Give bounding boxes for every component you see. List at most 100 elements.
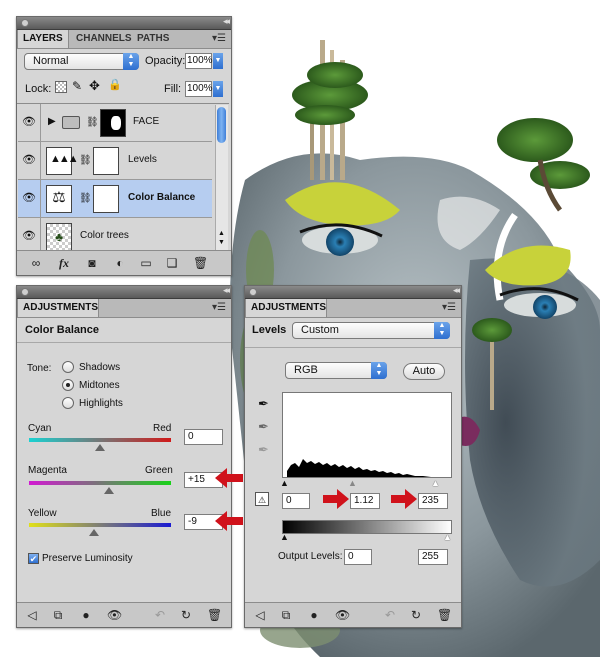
preserve-luminosity-checkbox[interactable]: ✔ bbox=[28, 553, 39, 564]
magenta-green-track[interactable] bbox=[29, 481, 171, 485]
histogram bbox=[282, 392, 452, 478]
radio-highlights[interactable] bbox=[62, 397, 74, 409]
lock-move-icon[interactable]: ✥ bbox=[89, 78, 100, 94]
layer-scrollbar[interactable]: ▲ ▼ bbox=[215, 105, 228, 253]
visibility-eye-icon[interactable]: 👁 bbox=[18, 180, 41, 217]
blend-mode-select[interactable]: Normal ▲ ▼ bbox=[24, 53, 139, 70]
output-white-field[interactable]: 255 bbox=[418, 549, 448, 565]
back-arrow-icon[interactable]: ◁ bbox=[253, 608, 267, 622]
clip-to-layer-icon[interactable]: ● bbox=[79, 608, 93, 622]
fill-dropdown-icon[interactable]: ▼ bbox=[213, 81, 223, 97]
output-black-field[interactable]: 0 bbox=[344, 549, 372, 565]
close-icon[interactable] bbox=[21, 19, 29, 27]
clipping-warning-icon[interactable]: ⚠ bbox=[255, 492, 269, 506]
output-levels-label: Output Levels: bbox=[278, 551, 343, 562]
cyan-red-field[interactable]: 0 bbox=[184, 429, 223, 445]
cyan-label: Cyan bbox=[28, 423, 52, 434]
opacity-field[interactable]: 100% bbox=[185, 53, 213, 69]
adjustment-icon[interactable]: ◐ bbox=[113, 256, 127, 270]
new-layer-icon[interactable]: ❑ bbox=[165, 256, 179, 270]
input-gamma-field[interactable]: 1.12 bbox=[350, 493, 380, 509]
color-balance-panel: ◂◂ ADJUSTMENTS ▾☰ Color Balance Tone: Sh… bbox=[16, 285, 243, 628]
trash-icon[interactable]: 🗑 bbox=[193, 256, 208, 270]
radio-shadows[interactable] bbox=[62, 361, 74, 373]
adjustments-bottom-bar: ◁ ⧉ ● 👁 ↶ ↻ 🗑 bbox=[245, 602, 461, 627]
layer-row-levels[interactable]: 👁 ▲▲▲ ⛓ Levels bbox=[18, 142, 212, 180]
reset-icon[interactable]: ↻ bbox=[409, 608, 423, 622]
close-icon[interactable] bbox=[21, 288, 29, 296]
scrollbar-thumb[interactable] bbox=[217, 107, 226, 143]
folder-icon[interactable]: ▭ bbox=[139, 256, 153, 270]
panel-heading: Levels bbox=[252, 324, 287, 336]
link-chain-icon: ⛓ bbox=[86, 117, 99, 128]
tab-paths[interactable]: PATHS bbox=[132, 30, 174, 48]
layers-tabrow: LAYERS CHANNELS PATHS ▾☰ bbox=[17, 30, 231, 49]
cyan-red-track[interactable] bbox=[29, 438, 171, 442]
tab-layers[interactable]: LAYERS bbox=[17, 30, 69, 48]
trash-icon[interactable]: 🗑 bbox=[437, 608, 452, 622]
collapse-icon[interactable]: ◂◂ bbox=[223, 16, 230, 27]
layer-row-face[interactable]: 👁 ▶ ⛓ FACE bbox=[18, 104, 212, 142]
lock-transparency-icon[interactable] bbox=[55, 81, 67, 93]
black-point-slider-icon[interactable]: ▲ bbox=[280, 478, 289, 488]
yellow-blue-track[interactable] bbox=[29, 523, 171, 527]
panel-menu-icon[interactable]: ▾☰ bbox=[212, 302, 226, 313]
green-label: Green bbox=[145, 465, 173, 476]
color-balance-adjustment-icon: ⚖ bbox=[46, 185, 72, 213]
view-previous-icon[interactable]: ↶ bbox=[383, 608, 397, 622]
gamma-slider-icon[interactable]: ▲ bbox=[348, 478, 357, 488]
panel-menu-icon[interactable]: ▾☰ bbox=[442, 302, 456, 313]
channel-select[interactable]: RGB ▲ ▼ bbox=[285, 362, 387, 379]
fill-field[interactable]: 100% bbox=[185, 81, 213, 97]
trash-icon[interactable]: 🗑 bbox=[207, 608, 222, 622]
yellow-blue-slider-knob[interactable] bbox=[89, 529, 99, 536]
white-eyedropper-icon[interactable]: ✒ bbox=[258, 442, 269, 458]
close-icon[interactable] bbox=[249, 288, 257, 296]
adjustments-titlebar[interactable]: ◂◂ bbox=[17, 285, 231, 299]
visibility-eye-icon[interactable]: 👁 bbox=[335, 608, 350, 622]
opacity-dropdown-icon[interactable]: ▼ bbox=[213, 53, 223, 69]
magenta-green-slider-knob[interactable] bbox=[104, 487, 114, 494]
link-icon[interactable]: ∞ bbox=[29, 256, 43, 270]
lock-all-icon[interactable]: 🔒 bbox=[108, 78, 122, 91]
yellow-label: Yellow bbox=[28, 508, 57, 519]
tab-adjustments[interactable]: ADJUSTMENTS bbox=[245, 299, 327, 317]
radio-midtones[interactable] bbox=[62, 379, 74, 391]
clip-to-layer-icon[interactable]: ● bbox=[307, 608, 321, 622]
expand-triangle-icon[interactable]: ▶ bbox=[48, 116, 56, 127]
panel-menu-icon[interactable]: ▾☰ bbox=[212, 33, 226, 44]
visibility-eye-icon[interactable]: 👁 bbox=[107, 608, 122, 622]
preset-select[interactable]: Custom ▲ ▼ bbox=[292, 322, 450, 339]
levels-panel: ◂◂ ADJUSTMENTS ▾☰ Levels Custom ▲ ▼ RGB ▲… bbox=[244, 285, 462, 628]
reset-icon[interactable]: ↻ bbox=[179, 608, 193, 622]
collapse-icon[interactable]: ◂◂ bbox=[453, 285, 460, 296]
visibility-eye-icon[interactable]: 👁 bbox=[18, 104, 41, 141]
fx-icon[interactable]: fx bbox=[57, 256, 71, 270]
auto-button[interactable]: Auto bbox=[403, 363, 445, 380]
layer-row-color-balance[interactable]: 👁 ⚖ ⛓ Color Balance bbox=[18, 180, 212, 218]
mask-icon[interactable]: ◙ bbox=[85, 256, 99, 270]
collapse-icon[interactable]: ◂◂ bbox=[223, 285, 230, 296]
view-previous-icon[interactable]: ↶ bbox=[153, 608, 167, 622]
layers-titlebar[interactable]: ◂◂ bbox=[17, 16, 231, 30]
channel-value: RGB bbox=[294, 364, 318, 376]
expand-view-icon[interactable]: ⧉ bbox=[279, 608, 293, 622]
gray-eyedropper-icon[interactable]: ✒ bbox=[258, 419, 269, 435]
output-white-slider-icon[interactable]: ▲ bbox=[443, 532, 452, 542]
lock-brush-icon[interactable]: ✎ bbox=[72, 79, 82, 93]
white-point-slider-icon[interactable]: ▲ bbox=[431, 478, 440, 488]
expand-view-icon[interactable]: ⧉ bbox=[51, 608, 65, 622]
blend-mode-value: Normal bbox=[33, 55, 69, 67]
cyan-red-slider-knob[interactable] bbox=[95, 444, 105, 451]
output-black-slider-icon[interactable]: ▲ bbox=[280, 532, 289, 542]
scroll-arrows-icon[interactable]: ▲ ▼ bbox=[218, 229, 225, 247]
input-white-field[interactable]: 235 bbox=[418, 493, 448, 509]
visibility-eye-icon[interactable]: 👁 bbox=[18, 142, 41, 179]
input-black-field[interactable]: 0 bbox=[282, 493, 310, 509]
tab-channels[interactable]: CHANNELS bbox=[71, 30, 137, 48]
divider bbox=[245, 347, 461, 348]
black-eyedropper-icon[interactable]: ✒ bbox=[258, 396, 269, 412]
back-arrow-icon[interactable]: ◁ bbox=[25, 608, 39, 622]
adjustments-titlebar[interactable]: ◂◂ bbox=[245, 285, 461, 299]
tab-adjustments[interactable]: ADJUSTMENTS bbox=[17, 299, 99, 317]
